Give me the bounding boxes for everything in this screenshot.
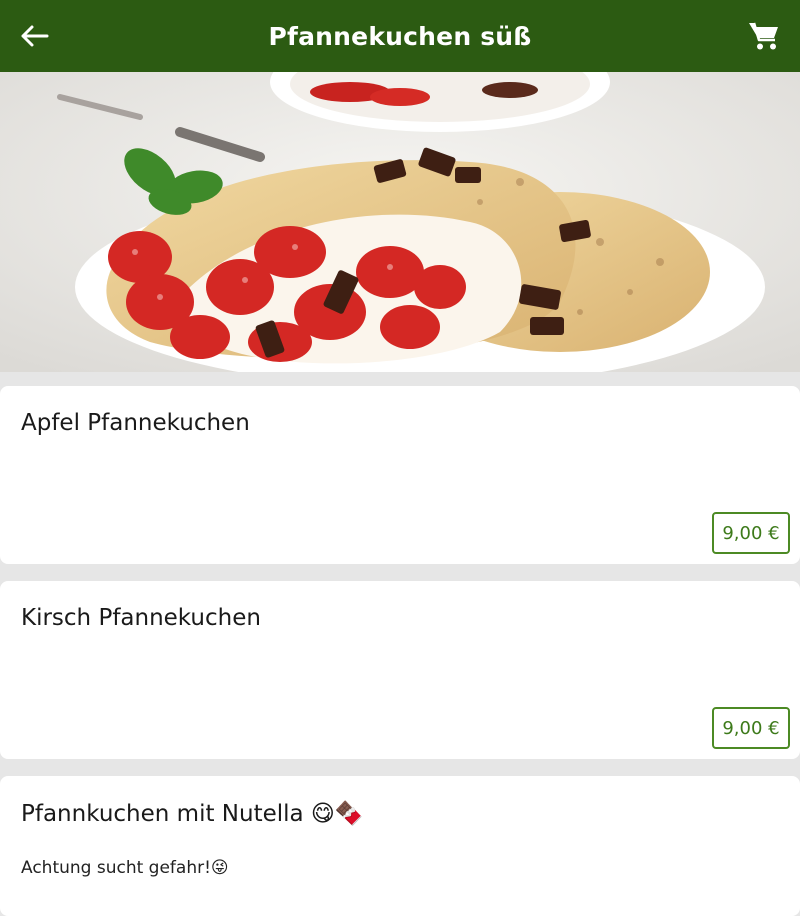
cart-button[interactable] <box>744 16 784 56</box>
product-name: Kirsch Pfannekuchen <box>21 605 261 631</box>
top-app-bar: Pfannekuchen süß <box>0 0 800 72</box>
crepe-with-strawberries-photo <box>0 72 800 372</box>
back-button[interactable] <box>14 18 54 54</box>
price-button[interactable]: 9,00 € <box>712 512 790 554</box>
product-card[interactable]: Kirsch Pfannekuchen 9,00 € <box>0 581 800 759</box>
product-name: Pfannkuchen mit Nutella 😋🍫 <box>21 801 364 827</box>
product-card[interactable]: Apfel Pfannekuchen 9,00 € <box>0 386 800 564</box>
price-button[interactable]: 9,00 € <box>712 707 790 749</box>
product-card[interactable]: Pfannkuchen mit Nutella 😋🍫 Achtung sucht… <box>0 776 800 916</box>
category-hero-image <box>0 72 800 372</box>
arrow-left-icon <box>21 25 49 47</box>
shopping-cart-icon <box>749 22 778 50</box>
product-name: Apfel Pfannekuchen <box>21 410 250 436</box>
page-title: Pfannekuchen süß <box>268 21 532 51</box>
product-description: Achtung sucht gefahr!😜 <box>21 858 229 878</box>
